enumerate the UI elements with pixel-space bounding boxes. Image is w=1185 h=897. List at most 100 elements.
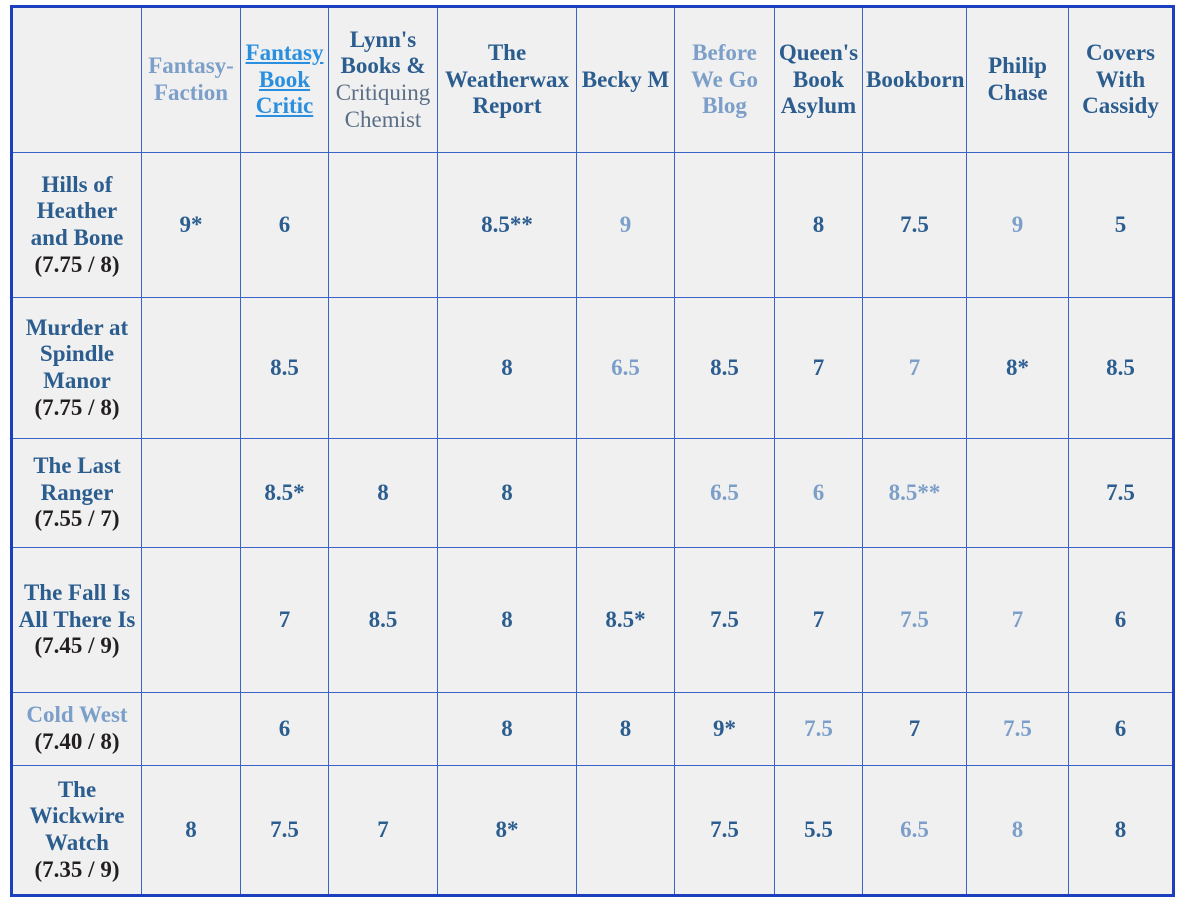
rating-cell: [328, 692, 438, 766]
book-average-score: (7.55 / 7): [34, 506, 120, 532]
row-title-cell: The Last Ranger (7.55 / 7): [11, 438, 142, 548]
header-row: Fantasy-Faction Fantasy Book Critic Lynn's…: [11, 6, 1174, 153]
rating-cell: 8: [1068, 765, 1174, 896]
rating-cell: [141, 692, 241, 766]
table-body: Hills of Heather and Bone (7.75 / 8) 9* 6 8.…: [11, 152, 1174, 896]
rating-cell: 8.5*: [240, 438, 329, 548]
rating-cell: 8: [437, 438, 577, 548]
rating-cell: [966, 438, 1069, 548]
table-row: Cold West (7.40 / 8) 6 8 8 9* 7.5 7 7.5 6: [11, 692, 1174, 766]
column-header-sublabel-lynns-books: Critiquing Chemist: [335, 80, 431, 132]
rating-cell: 7.5: [862, 152, 967, 298]
table-row: Murder at Spindle Manor (7.75 / 8) 8.5 8 6.5…: [11, 297, 1174, 439]
rating-cell: [141, 547, 241, 693]
rating-cell: [674, 152, 775, 298]
rating-cell: 8: [141, 765, 241, 896]
book-ratings-table: Fantasy-Faction Fantasy Book Critic Lynn's…: [10, 5, 1175, 897]
rating-cell: 7.5: [1068, 438, 1174, 548]
column-header-lynns-books: Lynn's Books & Critiquing Chemist: [328, 6, 438, 153]
column-header-label-fantasy-faction: Fantasy-Faction: [148, 53, 234, 105]
column-header-becky-m: Becky M: [576, 6, 675, 153]
table-row: The Last Ranger (7.55 / 7) 8.5* 8 8 6.5 6 8.5**…: [11, 438, 1174, 548]
column-header-label-bookborn: Bookborn: [866, 66, 965, 92]
rating-cell: 8.5*: [576, 547, 675, 693]
rating-cell: 9*: [674, 692, 775, 766]
row-title-cell: Cold West (7.40 / 8): [11, 692, 142, 766]
book-title: The Last Ranger: [33, 452, 121, 505]
book-average-score: (7.75 / 8): [34, 251, 120, 277]
row-title-cell: The Fall Is All There Is (7.45 / 9): [11, 547, 142, 693]
rating-cell: 8: [437, 692, 577, 766]
rating-cell: 8: [576, 692, 675, 766]
table-row: Hills of Heather and Bone (7.75 / 8) 9* 6 8.…: [11, 152, 1174, 298]
row-title-cell: Hills of Heather and Bone (7.75 / 8): [11, 152, 142, 298]
rating-cell: 8.5: [1068, 297, 1174, 439]
column-header-queens-book-asylum: Queen's Book Asylum: [774, 6, 863, 153]
column-header-label-lynns-books: Lynn's Books &: [340, 26, 426, 79]
rating-cell: 8.5**: [437, 152, 577, 298]
rating-cell: 8.5: [240, 297, 329, 439]
rating-cell: [328, 297, 438, 439]
rating-cell: 6: [774, 438, 863, 548]
row-title-cell: Murder at Spindle Manor (7.75 / 8): [11, 297, 142, 439]
column-header-fantasy-faction: Fantasy-Faction: [141, 6, 241, 153]
rating-cell: 6.5: [862, 765, 967, 896]
rating-cell: 8: [774, 152, 863, 298]
rating-cell: 7: [240, 547, 329, 693]
rating-cell: 6.5: [674, 438, 775, 548]
rating-cell: 8*: [437, 765, 577, 896]
rating-cell: 7: [966, 547, 1069, 693]
book-title: Cold West: [26, 702, 128, 728]
book-title: Hills of Heather and Bone: [30, 171, 124, 250]
column-header-label-weatherwax-report: The Weatherwax Report: [445, 39, 569, 119]
rating-cell: 7.5: [966, 692, 1069, 766]
book-title: Murder at Spindle Manor: [25, 314, 129, 393]
rating-cell: 7.5: [774, 692, 863, 766]
column-header-label-philip-chase: Philip Chase: [987, 53, 1048, 105]
rating-cell: 7: [774, 547, 863, 693]
column-header-before-we-go-blog: Before We Go Blog: [674, 6, 775, 153]
book-title: The Fall Is All There Is: [18, 579, 136, 632]
rating-cell: 7: [774, 297, 863, 439]
book-title: The Wickwire Watch: [29, 776, 125, 855]
book-average-score: (7.45 / 9): [34, 633, 120, 659]
table-header: Fantasy-Faction Fantasy Book Critic Lynn's…: [11, 6, 1174, 153]
column-header-label-queens-book-asylum: Queen's Book Asylum: [778, 39, 859, 119]
column-header-label-becky-m: Becky M: [581, 66, 670, 92]
rating-cell: 7.5: [240, 765, 329, 896]
ratings-table-container: Fantasy-Faction Fantasy Book Critic Lynn's…: [10, 5, 1175, 897]
rating-cell: 7: [862, 297, 967, 439]
rating-cell: 8: [328, 438, 438, 548]
column-header-covers-with-cassidy: Covers With Cassidy: [1068, 6, 1174, 153]
rating-cell: 6: [1068, 547, 1174, 693]
column-header-fantasy-book-critic[interactable]: Fantasy Book Critic: [240, 6, 329, 153]
rating-cell: 9: [576, 152, 675, 298]
rating-cell: 8: [437, 547, 577, 693]
rating-cell: [576, 438, 675, 548]
rating-cell: 9: [966, 152, 1069, 298]
book-average-score: (7.40 / 8): [34, 729, 120, 754]
rating-cell: [141, 438, 241, 548]
rating-cell: 6: [240, 152, 329, 298]
table-corner-cell: [11, 6, 142, 153]
rating-cell: 7.5: [674, 765, 775, 896]
book-average-score: (7.35 / 9): [34, 856, 120, 882]
rating-cell: 8: [966, 765, 1069, 896]
rating-cell: 7.5: [674, 547, 775, 693]
row-title-cell: The Wickwire Watch (7.35 / 9): [11, 765, 142, 896]
rating-cell: 8.5: [674, 297, 775, 439]
rating-cell: 6.5: [576, 297, 675, 439]
table-row: The Wickwire Watch (7.35 / 9) 8 7.5 7 8* 7.5 5.…: [11, 765, 1174, 896]
rating-cell: 7: [862, 692, 967, 766]
column-header-label-covers-with-cassidy: Covers With Cassidy: [1082, 39, 1159, 119]
column-header-philip-chase: Philip Chase: [966, 6, 1069, 153]
column-header-link-fantasy-book-critic[interactable]: Fantasy Book Critic: [246, 40, 324, 118]
rating-cell: 7: [328, 765, 438, 896]
column-header-weatherwax-report: The Weatherwax Report: [437, 6, 577, 153]
rating-cell: 5: [1068, 152, 1174, 298]
rating-cell: 7.5: [862, 547, 967, 693]
rating-cell: [141, 297, 241, 439]
rating-cell: 5.5: [774, 765, 863, 896]
rating-cell: 8: [437, 297, 577, 439]
rating-cell: 6: [1068, 692, 1174, 766]
